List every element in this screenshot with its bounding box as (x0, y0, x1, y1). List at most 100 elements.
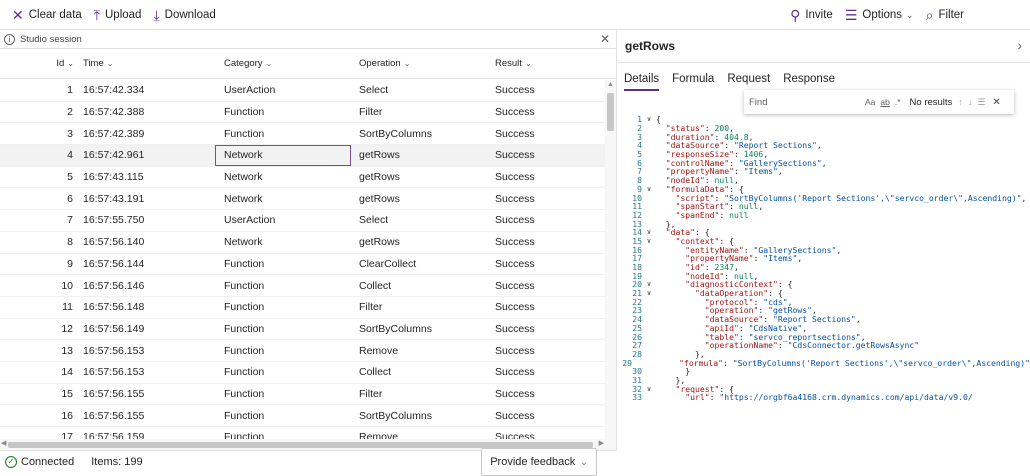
scroll-up-icon[interactable]: ▲ (607, 81, 614, 88)
fold-chevron-icon[interactable]: ∨ (642, 115, 656, 123)
cell-category: Function (224, 387, 265, 400)
cell-id: 6 (67, 192, 73, 205)
cell-operation: getRows (359, 149, 400, 162)
cell-operation: getRows (359, 236, 400, 249)
regex-icon[interactable]: .* (895, 97, 901, 107)
tab-formula[interactable]: Formula (672, 73, 721, 91)
chevron-down-icon: ⌄ (580, 456, 588, 467)
cell-id: 1 (67, 84, 73, 97)
close-icon[interactable]: ✕ (992, 97, 1000, 108)
table-row[interactable]: 3 16:57:42.389 Function SortByColumns Succes… (0, 123, 605, 146)
cell-time: 16:57:56.155 (83, 409, 145, 422)
cell-category: UserAction (224, 84, 276, 97)
next-match-icon[interactable]: ↓ (968, 97, 973, 107)
find-input[interactable]: Find (749, 97, 865, 108)
cell-operation: Collect (359, 366, 392, 379)
details-tabs: Details Formula Request Response (618, 63, 1030, 91)
table-row[interactable]: 11 16:57:56.148 Function Filter Success (0, 297, 605, 319)
table-row[interactable]: 2 16:57:42.388 Function Filter Success (0, 102, 605, 124)
fold-chevron-icon[interactable]: ∨ (642, 237, 656, 245)
scroll-left-icon[interactable]: ◀ (1, 439, 6, 447)
scroll-right-icon[interactable]: ▶ (599, 439, 604, 447)
column-header-time[interactable]: Time ⌄ (80, 58, 215, 69)
search-icon: ⌕ (925, 7, 934, 23)
fold-chevron-icon[interactable]: ∨ (642, 228, 656, 236)
upload-button[interactable]: ⤒ Upload (88, 0, 148, 30)
column-header-id[interactable]: Id ⌄ (0, 58, 80, 69)
cell-id: 8 (67, 236, 73, 249)
cell-category: Function (224, 409, 265, 422)
table-row[interactable]: 14 16:57:56.153 Function Collect Success (0, 362, 605, 384)
find-in-selection-icon[interactable]: ☰ (977, 97, 985, 108)
table-row[interactable]: 5 16:57:43.115 Network getRows Success (0, 167, 605, 189)
match-case-icon[interactable]: Aa (865, 97, 875, 107)
session-bar: i Studio session ✕ (0, 30, 616, 49)
cell-id: 9 (67, 257, 73, 270)
cell-time: 16:57:42.334 (83, 84, 145, 97)
fold-chevron-icon[interactable]: ∨ (642, 185, 656, 193)
invite-button[interactable]: ⚲ Invite (784, 0, 839, 30)
cell-result: Success (495, 344, 535, 357)
cell-category: Network (224, 171, 263, 184)
cell-category: Function (224, 127, 265, 140)
table-row[interactable]: 16 16:57:56.155 Function SortByColumns Succe… (0, 405, 605, 427)
table-row[interactable]: 8 16:57:56.140 Network getRows Success (0, 232, 605, 254)
cell-result: Success (495, 192, 535, 205)
previous-match-icon[interactable]: ↑ (958, 97, 963, 107)
cell-time: 16:57:42.389 (83, 127, 145, 140)
download-button[interactable]: ⤓ Download (147, 0, 221, 30)
find-results: No results (909, 96, 953, 108)
cell-operation: ClearCollect (359, 257, 417, 270)
chevron-down-icon: ⌄ (403, 59, 411, 68)
cell-operation: Collect (359, 279, 392, 292)
cell-category: Function (224, 366, 265, 379)
tab-request[interactable]: Request (727, 73, 777, 91)
filter-button[interactable]: ⌕ Filter (920, 0, 970, 30)
cell-time: 16:57:56.148 (83, 301, 145, 314)
tab-details[interactable]: Details (624, 73, 666, 91)
table-row[interactable]: 12 16:57:56.149 Function SortByColumns Succe… (0, 319, 605, 341)
close-session-icon[interactable]: ✕ (600, 32, 610, 46)
find-widget: Find Aa ab .* No results ↑ ↓ ☰ ✕ (744, 90, 1014, 114)
cell-time: 16:57:56.140 (83, 236, 145, 249)
options-button[interactable]: ☰ Options ⌄ (839, 0, 920, 30)
table-row[interactable]: 10 16:57:56.146 Function Collect Success (0, 275, 605, 297)
table-row[interactable]: 9 16:57:56.144 Function ClearCollect Success (0, 254, 605, 276)
cell-id: 2 (67, 106, 73, 119)
column-header-result[interactable]: Result ⌄ (487, 58, 577, 69)
tab-response[interactable]: Response (783, 73, 842, 91)
cell-result: Success (495, 366, 535, 379)
clear-data-button[interactable]: ✕ Clear data (6, 0, 88, 30)
cell-id: 3 (67, 127, 73, 140)
cell-result: Success (495, 322, 535, 335)
table-row[interactable]: 1 16:57:42.334 UserAction Select Success (0, 80, 605, 102)
fold-chevron-icon[interactable]: ∨ (642, 289, 656, 297)
vertical-scrollbar[interactable]: ▲ (605, 80, 616, 470)
code-text: "url": "https://orgbf6a4168.crm.dynamics… (685, 392, 973, 403)
table-row[interactable]: 13 16:57:56.153 Function Remove Success (0, 340, 605, 362)
cell-result: Success (495, 149, 535, 162)
cell-id: 14 (61, 366, 73, 379)
table-row[interactable]: 15 16:57:56.155 Function Filter Success (0, 384, 605, 406)
cell-time: 16:57:43.115 (83, 171, 144, 184)
fold-chevron-icon[interactable]: ∨ (642, 280, 656, 288)
table-row[interactable]: 7 16:57:55.750 UserAction Select Success (0, 210, 605, 232)
events-table: 1 16:57:42.334 UserAction Select Success 2 16:… (0, 80, 605, 470)
json-viewer[interactable]: 1 ∨{2 "status": 200, 3 "duration": 404.8, 4… (618, 115, 1030, 472)
session-label: Studio session (20, 33, 82, 45)
cell-category: Network (224, 236, 263, 249)
scroll-thumb[interactable] (607, 93, 614, 131)
fold-chevron-icon[interactable]: ∨ (642, 385, 656, 393)
cell-operation: SortByColumns (359, 409, 432, 422)
cell-id: 12 (61, 322, 73, 335)
info-icon: i (4, 33, 15, 45)
table-row[interactable]: 6 16:57:43.191 Network getRows Success (0, 188, 605, 211)
column-header-category[interactable]: Category ⌄ (215, 58, 351, 69)
cell-result: Success (495, 279, 535, 292)
whole-word-icon[interactable]: ab (880, 97, 889, 107)
table-row[interactable]: 4 16:57:42.961 Network getRows Success (0, 144, 605, 167)
chevron-right-icon[interactable]: › (1017, 37, 1022, 53)
column-header-operation[interactable]: Operation ⌄ (351, 58, 487, 69)
events-panel: i Studio session ✕ Id ⌄ Time ⌄ Category ⌄ O… (0, 30, 617, 476)
cell-operation: getRows (359, 171, 400, 184)
